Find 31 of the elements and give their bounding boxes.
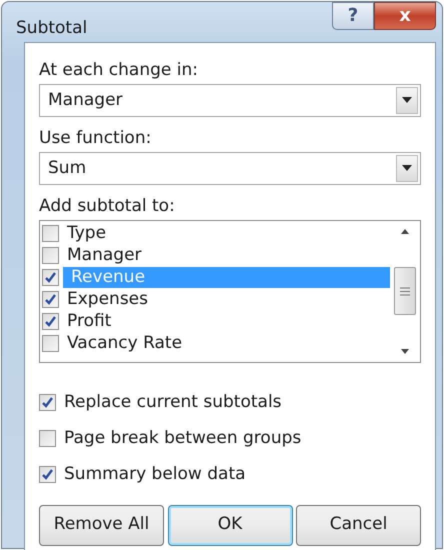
window-title: Subtotal	[16, 17, 88, 40]
field-label: Add subtotal to:	[39, 194, 176, 216]
scroll-thumb[interactable]	[394, 267, 416, 315]
scroll-up-icon[interactable]	[401, 228, 409, 234]
list-item[interactable]: Vacancy Rate	[63, 333, 390, 354]
field-label: Use function:	[39, 126, 152, 148]
field-label: At each change in:	[39, 58, 199, 80]
list-item[interactable]: Expenses	[63, 289, 390, 310]
checkbox[interactable]	[42, 291, 59, 308]
help-button[interactable]: ?	[332, 2, 374, 30]
list-item[interactable]: Manager	[63, 245, 390, 266]
checkbox[interactable]	[42, 269, 59, 286]
option-label: Summary below data	[64, 462, 246, 486]
option-label: Page break between groups	[64, 426, 302, 450]
option-label: Replace current subtotals	[64, 390, 282, 414]
list-item[interactable]: Profit	[63, 311, 390, 332]
checkbox[interactable]	[42, 335, 59, 352]
dialog-button[interactable]: Remove All	[39, 504, 164, 546]
dropdown-field[interactable]: Manager	[39, 84, 421, 116]
checkbox[interactable]	[39, 394, 56, 411]
dropdown-field[interactable]: Sum	[39, 152, 421, 184]
checkbox[interactable]	[42, 225, 59, 242]
list-item[interactable]: Type	[63, 223, 390, 244]
checkbox[interactable]	[42, 313, 59, 330]
dialog-button[interactable]: Cancel	[296, 504, 421, 546]
checkbox[interactable]	[42, 247, 59, 264]
dialog-button[interactable]: OK	[168, 504, 292, 546]
scroll-down-icon[interactable]	[401, 348, 409, 354]
close-button[interactable]: x	[374, 2, 436, 30]
checkbox[interactable]	[39, 466, 56, 483]
checkbox[interactable]	[39, 430, 56, 447]
